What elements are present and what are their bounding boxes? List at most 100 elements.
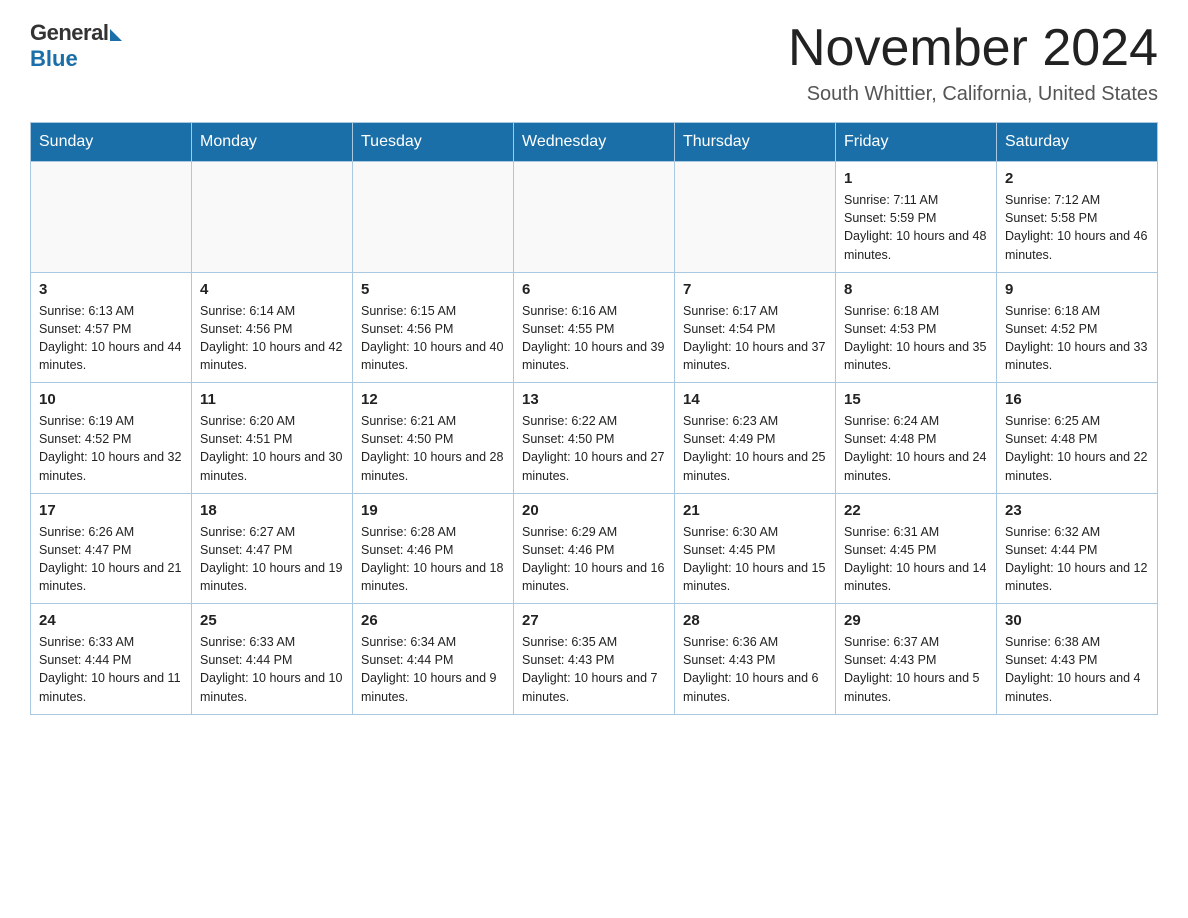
- calendar-cell: 2Sunrise: 7:12 AM Sunset: 5:58 PM Daylig…: [997, 162, 1158, 273]
- day-info: Sunrise: 6:38 AM Sunset: 4:43 PM Dayligh…: [1005, 633, 1149, 706]
- day-number: 9: [1005, 281, 1149, 298]
- day-info: Sunrise: 6:33 AM Sunset: 4:44 PM Dayligh…: [39, 633, 183, 706]
- day-number: 15: [844, 391, 988, 408]
- calendar-week-row: 1 Sunrise: 7:11 AM Sunset: 5:59 PM Daylig…: [31, 162, 1158, 273]
- day-number: 7: [683, 281, 827, 298]
- calendar-week-row: 17 Sunrise: 6:26 AM Sunset: 4:47 PM Dayli…: [31, 493, 1158, 604]
- header: General Blue November 2024 South Whittie…: [30, 20, 1158, 106]
- day-number: 16: [1005, 391, 1149, 408]
- weekday-header-thursday: Thursday: [675, 123, 836, 162]
- day-number: 19: [361, 502, 505, 519]
- day-info: Sunrise: 6:20 AM Sunset: 4:51 PM Dayligh…: [200, 412, 344, 485]
- logo: General Blue: [30, 20, 122, 72]
- day-number: 6: [522, 281, 666, 298]
- weekday-header-sunday: Sunday: [31, 123, 192, 162]
- day-info: Sunrise: 6:17 AM Sunset: 4:54 PM Dayligh…: [683, 302, 827, 375]
- day-number: 14: [683, 391, 827, 408]
- day-number: 8: [844, 281, 988, 298]
- calendar-cell: 4 Sunrise: 6:14 AM Sunset: 4:56 PM Daylig…: [192, 272, 353, 383]
- day-number: 18: [200, 502, 344, 519]
- day-info: Sunrise: 6:25 AM Sunset: 4:48 PM Dayligh…: [1005, 412, 1149, 485]
- day-info: Sunrise: 6:30 AM Sunset: 4:45 PM Dayligh…: [683, 523, 827, 596]
- calendar-cell: 29 Sunrise: 6:37 AM Sunset: 4:43 PM Dayli…: [836, 604, 997, 715]
- day-number: 11: [200, 391, 344, 408]
- calendar-cell: 13 Sunrise: 6:22 AM Sunset: 4:50 PM Dayli…: [514, 383, 675, 494]
- location-subtitle: South Whittier, California, United State…: [788, 83, 1158, 106]
- calendar-cell: 18 Sunrise: 6:27 AM Sunset: 4:47 PM Dayli…: [192, 493, 353, 604]
- calendar-week-row: 10 Sunrise: 6:19 AM Sunset: 4:52 PM Dayli…: [31, 383, 1158, 494]
- weekday-header-wednesday: Wednesday: [514, 123, 675, 162]
- calendar-week-row: 3 Sunrise: 6:13 AM Sunset: 4:57 PM Daylig…: [31, 272, 1158, 383]
- day-info: Sunrise: 6:36 AM Sunset: 4:43 PM Dayligh…: [683, 633, 827, 706]
- calendar-cell: [514, 162, 675, 273]
- weekday-header-saturday: Saturday: [997, 123, 1158, 162]
- day-number: 20: [522, 502, 666, 519]
- day-number: 28: [683, 612, 827, 629]
- day-number: 12: [361, 391, 505, 408]
- calendar-cell: 3 Sunrise: 6:13 AM Sunset: 4:57 PM Daylig…: [31, 272, 192, 383]
- weekday-header-friday: Friday: [836, 123, 997, 162]
- day-info: Sunrise: 6:15 AM Sunset: 4:56 PM Dayligh…: [361, 302, 505, 375]
- day-info: Sunrise: 6:23 AM Sunset: 4:49 PM Dayligh…: [683, 412, 827, 485]
- day-info: Sunrise: 6:33 AM Sunset: 4:44 PM Dayligh…: [200, 633, 344, 706]
- day-info: Sunrise: 6:28 AM Sunset: 4:46 PM Dayligh…: [361, 523, 505, 596]
- day-number: 13: [522, 391, 666, 408]
- calendar-table: SundayMondayTuesdayWednesdayThursdayFrid…: [30, 122, 1158, 715]
- day-info: Sunrise: 7:11 AM Sunset: 5:59 PM Dayligh…: [844, 191, 988, 264]
- calendar-cell: 10 Sunrise: 6:19 AM Sunset: 4:52 PM Dayli…: [31, 383, 192, 494]
- day-info: Sunrise: 6:22 AM Sunset: 4:50 PM Dayligh…: [522, 412, 666, 485]
- day-info: Sunrise: 6:31 AM Sunset: 4:45 PM Dayligh…: [844, 523, 988, 596]
- calendar-cell: 14 Sunrise: 6:23 AM Sunset: 4:49 PM Dayli…: [675, 383, 836, 494]
- logo-arrow-icon: [110, 29, 122, 41]
- calendar-week-row: 24 Sunrise: 6:33 AM Sunset: 4:44 PM Dayli…: [31, 604, 1158, 715]
- day-number: 21: [683, 502, 827, 519]
- calendar-cell: 17 Sunrise: 6:26 AM Sunset: 4:47 PM Dayli…: [31, 493, 192, 604]
- day-number: 29: [844, 612, 988, 629]
- calendar-cell: 11 Sunrise: 6:20 AM Sunset: 4:51 PM Dayli…: [192, 383, 353, 494]
- day-info: Sunrise: 6:18 AM Sunset: 4:53 PM Dayligh…: [844, 302, 988, 375]
- day-info: Sunrise: 6:19 AM Sunset: 4:52 PM Dayligh…: [39, 412, 183, 485]
- day-number: 3: [39, 281, 183, 298]
- calendar-cell: 30 Sunrise: 6:38 AM Sunset: 4:43 PM Dayli…: [997, 604, 1158, 715]
- calendar-cell: [675, 162, 836, 273]
- calendar-cell: 1 Sunrise: 7:11 AM Sunset: 5:59 PM Daylig…: [836, 162, 997, 273]
- day-number: 17: [39, 502, 183, 519]
- day-number: 25: [200, 612, 344, 629]
- day-number: 24: [39, 612, 183, 629]
- calendar-cell: 25 Sunrise: 6:33 AM Sunset: 4:44 PM Dayli…: [192, 604, 353, 715]
- day-info: Sunrise: 6:26 AM Sunset: 4:47 PM Dayligh…: [39, 523, 183, 596]
- calendar-cell: 23Sunrise: 6:32 AM Sunset: 4:44 PM Dayli…: [997, 493, 1158, 604]
- day-info: Sunrise: 6:35 AM Sunset: 4:43 PM Dayligh…: [522, 633, 666, 706]
- calendar-cell: 27Sunrise: 6:35 AM Sunset: 4:43 PM Dayli…: [514, 604, 675, 715]
- day-number: 1: [844, 170, 988, 187]
- day-number: 30: [1005, 612, 1149, 629]
- day-info: Sunrise: 6:34 AM Sunset: 4:44 PM Dayligh…: [361, 633, 505, 706]
- day-number: 22: [844, 502, 988, 519]
- day-info: Sunrise: 6:29 AM Sunset: 4:46 PM Dayligh…: [522, 523, 666, 596]
- logo-blue-text: Blue: [30, 46, 78, 72]
- day-info: Sunrise: 6:18 AM Sunset: 4:52 PM Dayligh…: [1005, 302, 1149, 375]
- day-number: 10: [39, 391, 183, 408]
- day-info: Sunrise: 6:27 AM Sunset: 4:47 PM Dayligh…: [200, 523, 344, 596]
- day-info: Sunrise: 6:13 AM Sunset: 4:57 PM Dayligh…: [39, 302, 183, 375]
- calendar-cell: 24 Sunrise: 6:33 AM Sunset: 4:44 PM Dayli…: [31, 604, 192, 715]
- day-info: Sunrise: 6:37 AM Sunset: 4:43 PM Dayligh…: [844, 633, 988, 706]
- logo-general-text: General: [30, 20, 108, 46]
- day-info: Sunrise: 6:21 AM Sunset: 4:50 PM Dayligh…: [361, 412, 505, 485]
- day-info: Sunrise: 6:14 AM Sunset: 4:56 PM Dayligh…: [200, 302, 344, 375]
- calendar-cell: 5 Sunrise: 6:15 AM Sunset: 4:56 PM Daylig…: [353, 272, 514, 383]
- day-info: Sunrise: 6:32 AM Sunset: 4:44 PM Dayligh…: [1005, 523, 1149, 596]
- day-number: 4: [200, 281, 344, 298]
- day-info: Sunrise: 7:12 AM Sunset: 5:58 PM Dayligh…: [1005, 191, 1149, 264]
- calendar-cell: [31, 162, 192, 273]
- day-info: Sunrise: 6:16 AM Sunset: 4:55 PM Dayligh…: [522, 302, 666, 375]
- calendar-cell: 9 Sunrise: 6:18 AM Sunset: 4:52 PM Daylig…: [997, 272, 1158, 383]
- calendar-cell: 26Sunrise: 6:34 AM Sunset: 4:44 PM Dayli…: [353, 604, 514, 715]
- weekday-header-monday: Monday: [192, 123, 353, 162]
- calendar-cell: 12 Sunrise: 6:21 AM Sunset: 4:50 PM Dayli…: [353, 383, 514, 494]
- calendar-cell: 20 Sunrise: 6:29 AM Sunset: 4:46 PM Dayli…: [514, 493, 675, 604]
- calendar-cell: 15Sunrise: 6:24 AM Sunset: 4:48 PM Dayli…: [836, 383, 997, 494]
- calendar-cell: 6 Sunrise: 6:16 AM Sunset: 4:55 PM Daylig…: [514, 272, 675, 383]
- calendar-cell: 19 Sunrise: 6:28 AM Sunset: 4:46 PM Dayli…: [353, 493, 514, 604]
- day-number: 5: [361, 281, 505, 298]
